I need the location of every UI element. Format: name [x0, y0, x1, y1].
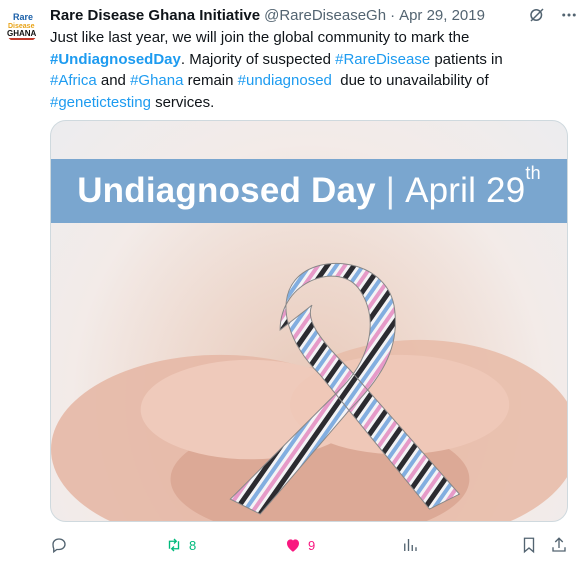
hashtag-undiagnosedday[interactable]: #UndiagnosedDay [50, 51, 181, 68]
rare-disease-ghana-logo: Rare Disease GHANA [4, 8, 40, 44]
bookmark-button[interactable] [520, 533, 538, 557]
banner-date-text: April 29 [405, 171, 526, 210]
like-count: 9 [308, 537, 316, 553]
heart-icon [287, 539, 299, 552]
more-icon[interactable] [560, 6, 578, 24]
tweet-action-bar: 8 9 [50, 533, 570, 557]
tweet-header: Rare Disease Ghana Initiative @RareDiseas… [50, 6, 520, 26]
banner-title: Undiagnosed Day [77, 171, 376, 210]
hashtag-undiagnosed[interactable]: #undiagnosed [238, 72, 332, 89]
retweet-button[interactable]: 8 [165, 533, 196, 557]
share-button[interactable] [550, 533, 568, 557]
bookmark-icon [523, 537, 535, 554]
media-banner: Undiagnosed Day | April 29th [51, 159, 567, 223]
tweet-text-part: . Majority of suspected [180, 50, 336, 68]
views-button[interactable] [401, 533, 425, 557]
hashtag-raredisease[interactable]: #RareDisease [335, 51, 430, 68]
tweet-media-image[interactable]: Undiagnosed Day | April 29th [50, 120, 568, 522]
tweet: Rare Disease GHANA Rare Disease Ghana In… [0, 0, 588, 579]
tweet-text-part: patients in [430, 50, 503, 68]
tweet-text-part: and [96, 72, 131, 89]
hashtag-genetictesting[interactable]: #genetictesting [50, 94, 151, 111]
grok-icon[interactable] [528, 6, 546, 24]
tweet-text: Just like last year, we will join the gl… [50, 27, 570, 113]
views-icon [404, 539, 417, 551]
meta-separator: · [390, 7, 396, 24]
banner-date-suffix: th [525, 163, 541, 184]
author-name[interactable]: Rare Disease Ghana Initiative [50, 7, 260, 24]
reply-button[interactable] [50, 533, 74, 557]
tweet-text-part: services. [150, 93, 215, 111]
like-button[interactable]: 9 [284, 533, 315, 557]
tweet-date[interactable]: Apr 29, 2019 [399, 7, 485, 24]
tweet-top-actions [528, 6, 578, 24]
share-icon [552, 537, 566, 552]
banner-date: April 29th [405, 163, 541, 211]
tweet-text-part: remain [183, 72, 238, 89]
hashtag-ghana[interactable]: #Ghana [130, 72, 183, 89]
svg-text:Rare: Rare [13, 12, 33, 22]
tweet-text-part: due to unavailability of [331, 72, 489, 89]
svg-text:GHANA: GHANA [7, 29, 37, 38]
retweet-icon [168, 538, 180, 552]
hashtag-africa[interactable]: #Africa [50, 72, 97, 89]
retweet-count: 8 [189, 537, 197, 553]
reply-icon [52, 538, 66, 554]
banner-separator: | [385, 171, 396, 210]
tweet-text-part: Just like last year, we will join the gl… [50, 29, 470, 46]
author-handle[interactable]: @RareDiseaseGh [264, 7, 386, 24]
avatar[interactable]: Rare Disease GHANA [4, 8, 40, 44]
